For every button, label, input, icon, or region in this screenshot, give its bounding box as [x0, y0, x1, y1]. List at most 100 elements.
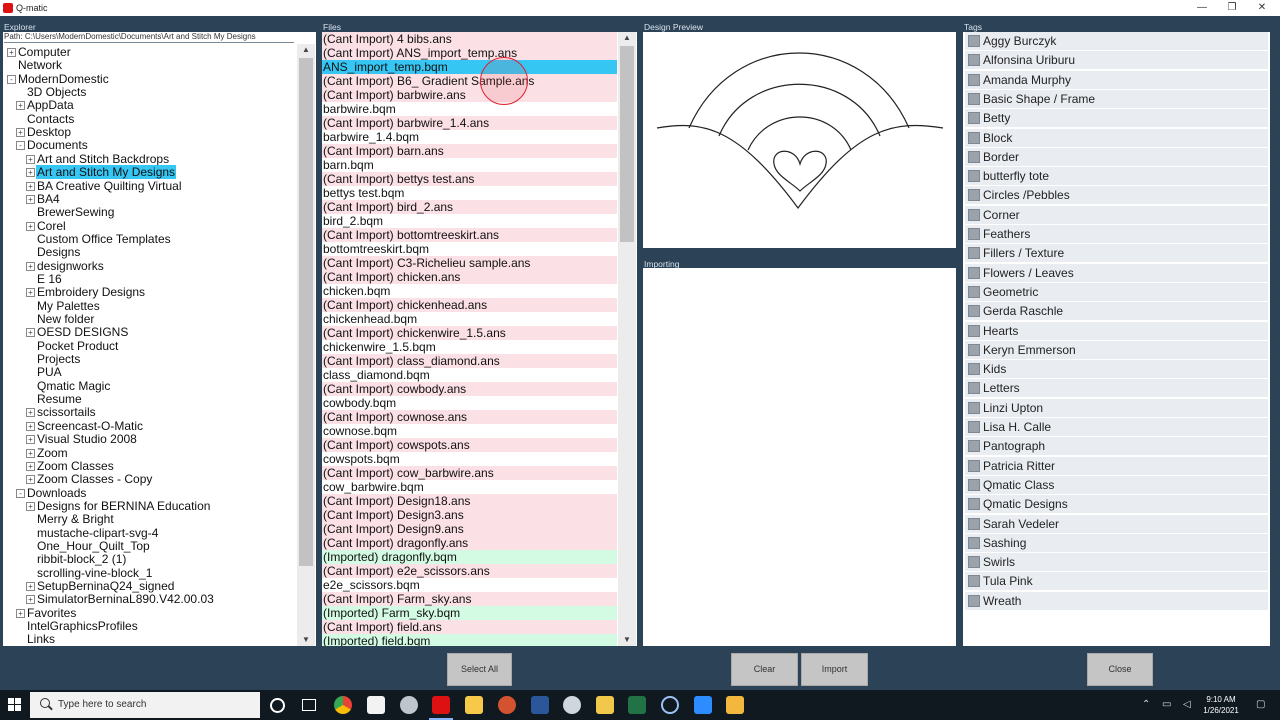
- chrome-icon[interactable]: [334, 696, 352, 714]
- media-icon[interactable]: [661, 696, 679, 714]
- expand-icon[interactable]: +: [26, 408, 35, 418]
- file-row[interactable]: (Cant Import) 4 bibs.ans: [322, 32, 617, 46]
- expand-icon[interactable]: +: [16, 128, 25, 138]
- scroll-up-icon[interactable]: ▲: [618, 32, 636, 44]
- files-scrollbar[interactable]: ▲ ▼: [618, 32, 636, 646]
- expand-icon[interactable]: +: [26, 435, 35, 445]
- tag-checkbox[interactable]: [968, 285, 980, 298]
- tree-item[interactable]: Qmatic Magic: [36, 379, 111, 393]
- tag-checkbox[interactable]: [968, 112, 980, 125]
- file-row[interactable]: (Cant Import) barbwire.ans: [322, 88, 617, 102]
- file-row[interactable]: (Cant Import) e2e_scissors.ans: [322, 564, 617, 578]
- expand-icon[interactable]: +: [26, 221, 35, 231]
- qmatic-icon[interactable]: [432, 696, 450, 714]
- tag-item[interactable]: Pantograph: [965, 437, 1268, 456]
- file-row[interactable]: bird_2.bqm: [322, 214, 617, 228]
- expand-icon[interactable]: +: [7, 48, 16, 57]
- tag-item[interactable]: Flowers / Leaves: [965, 263, 1268, 282]
- tag-item[interactable]: Fillers / Texture: [965, 244, 1268, 263]
- tree-item[interactable]: + Desktop: [16, 126, 72, 139]
- file-explorer-icon[interactable]: [465, 696, 483, 714]
- tree-item[interactable]: + Screencast-O-Matic: [26, 419, 144, 433]
- tree-item[interactable]: - ModernDomestic: [7, 72, 110, 86]
- scroll-down-icon[interactable]: ▼: [618, 634, 636, 646]
- file-row[interactable]: chickenhead.bqm: [322, 312, 617, 326]
- tree-item[interactable]: 3D Objects: [26, 86, 87, 99]
- tree-item[interactable]: Merry & Bright: [36, 513, 115, 526]
- tag-checkbox[interactable]: [968, 556, 980, 569]
- tag-item[interactable]: Aggy Burczyk: [965, 32, 1268, 50]
- tag-checkbox[interactable]: [968, 228, 980, 240]
- tree-item[interactable]: + AppData: [16, 99, 75, 112]
- file-row[interactable]: e2e_scissors.bqm: [322, 578, 617, 592]
- tree-item[interactable]: Network: [17, 59, 63, 72]
- tree-item[interactable]: ribbit-block_2 (1): [36, 553, 127, 566]
- tree-item[interactable]: + Visual Studio 2008: [26, 433, 138, 446]
- expand-icon[interactable]: +: [26, 582, 35, 591]
- tag-checkbox[interactable]: [968, 498, 980, 511]
- tag-checkbox[interactable]: [968, 54, 980, 67]
- collapse-icon[interactable]: -: [7, 74, 16, 84]
- tag-item[interactable]: Patricia Ritter: [965, 456, 1268, 475]
- tree-item[interactable]: + Corel: [26, 219, 67, 233]
- zoom-icon[interactable]: [694, 696, 712, 714]
- expand-icon[interactable]: +: [16, 608, 25, 618]
- file-row[interactable]: cow_barbwire.bqm: [322, 480, 617, 494]
- expand-icon[interactable]: +: [26, 261, 35, 271]
- tag-checkbox[interactable]: [968, 150, 980, 163]
- tag-item[interactable]: Circles /Pebbles: [965, 186, 1268, 205]
- windows-start-icon[interactable]: [8, 698, 22, 712]
- app-icon[interactable]: [563, 696, 581, 714]
- tree-item[interactable]: + Zoom: [26, 446, 69, 460]
- tree-item[interactable]: + Computer: [7, 46, 72, 59]
- file-row[interactable]: (Cant Import) cow_barbwire.ans: [322, 466, 617, 480]
- collapse-icon[interactable]: -: [16, 488, 25, 498]
- tag-item[interactable]: Keryn Emmerson: [965, 340, 1268, 359]
- file-row[interactable]: (Cant Import) bottomtreeskirt.ans: [322, 228, 617, 242]
- tree-item[interactable]: + scissortails: [26, 406, 97, 419]
- tree-item[interactable]: + Art and Stitch My Designs: [26, 165, 177, 180]
- tree-item[interactable]: mustache-clipart-svg-4: [36, 526, 159, 540]
- expand-icon[interactable]: +: [26, 448, 35, 458]
- tag-item[interactable]: Hearts: [965, 321, 1268, 340]
- task-view-icon[interactable]: [302, 699, 316, 711]
- taskbar-search[interactable]: Type here to search: [30, 692, 260, 718]
- file-row[interactable]: (Cant Import) bird_2.ans: [322, 200, 617, 214]
- file-row[interactable]: (Imported) Farm_sky.bqm: [322, 606, 617, 620]
- cortana-icon[interactable]: [270, 698, 285, 713]
- select-all-button[interactable]: Select All: [447, 653, 512, 686]
- tree-item[interactable]: + SetupBerninaQ24_signed: [26, 580, 175, 593]
- files-scroll-thumb[interactable]: [620, 46, 634, 242]
- tree-item[interactable]: Links: [26, 633, 56, 646]
- tree-item[interactable]: + Embroidery Designs: [26, 286, 146, 299]
- file-row[interactable]: cowbody.bqm: [322, 396, 617, 410]
- settings-icon[interactable]: [400, 696, 418, 714]
- volume-icon[interactable]: ◁: [1183, 699, 1191, 710]
- file-row[interactable]: (Cant Import) chickenwire_1.5.ans: [322, 326, 617, 340]
- file-row[interactable]: (Cant Import) field.ans: [322, 620, 617, 634]
- tree-item[interactable]: + SimulatorBerninaL890.V42.00.03: [26, 593, 215, 606]
- file-row[interactable]: (Cant Import) barbwire_1.4.ans: [322, 116, 617, 130]
- tag-item[interactable]: Betty: [965, 109, 1268, 128]
- tag-checkbox[interactable]: [968, 35, 980, 47]
- file-row[interactable]: (Imported) dragonfly.bqm: [322, 550, 617, 564]
- tag-item[interactable]: Qmatic Class: [965, 475, 1268, 494]
- tag-checkbox[interactable]: [968, 517, 980, 530]
- tag-item[interactable]: Linzi Upton: [965, 398, 1268, 417]
- explorer-scroll-thumb[interactable]: [299, 58, 313, 566]
- tag-item[interactable]: Geometric: [965, 282, 1268, 301]
- tree-item[interactable]: One_Hour_Quilt_Top: [36, 539, 151, 553]
- tag-item[interactable]: Qmatic Designs: [965, 495, 1268, 514]
- scroll-down-icon[interactable]: ▼: [297, 634, 315, 646]
- tag-item[interactable]: Alfonsina Uriburu: [965, 51, 1268, 70]
- file-row[interactable]: (Cant Import) chickenhead.ans: [322, 298, 617, 312]
- tree-item[interactable]: + BA Creative Quilting Virtual: [26, 179, 183, 193]
- file-row[interactable]: (Cant Import) dragonfly.ans: [322, 536, 617, 550]
- notifications-icon[interactable]: ▢: [1256, 699, 1265, 710]
- expand-icon[interactable]: +: [16, 101, 25, 111]
- powerpoint-icon[interactable]: [498, 696, 516, 714]
- expand-icon[interactable]: +: [26, 461, 35, 471]
- file-row[interactable]: barbwire_1.4.bqm: [322, 130, 617, 144]
- tag-item[interactable]: Border: [965, 147, 1268, 166]
- file-row[interactable]: (Cant Import) barn.ans: [322, 144, 617, 158]
